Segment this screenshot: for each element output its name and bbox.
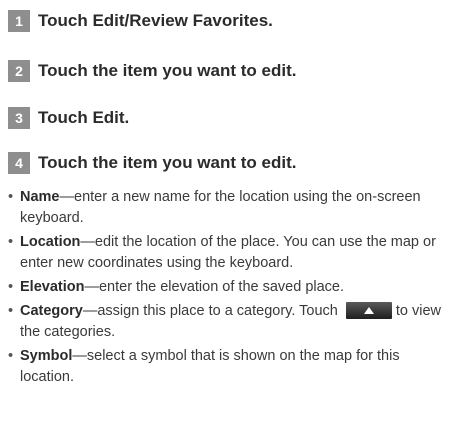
bullet-dot: • bbox=[8, 303, 14, 319]
up-arrow-icon bbox=[363, 306, 374, 314]
step-2-text: Touch the item you want to edit. bbox=[38, 61, 297, 80]
bullet-term-symbol: Symbol bbox=[20, 348, 73, 364]
field-list: • Name—enter a new name for the location… bbox=[8, 187, 448, 391]
bullet-desc-elevation: —enter the elevation of the saved place. bbox=[84, 279, 345, 295]
bullet-desc-location: —edit the location of the place. You can… bbox=[20, 234, 436, 271]
bullet-dot: • bbox=[8, 279, 14, 295]
step-2: 2 Touch the item you want to edit. bbox=[8, 60, 296, 82]
up-arrow-button[interactable] bbox=[345, 301, 392, 319]
step-4: 4 Touch the item you want to edit. bbox=[8, 152, 296, 174]
step-1-text: Touch Edit/Review Favorites. bbox=[38, 11, 273, 30]
step-3-text: Touch Edit. bbox=[38, 108, 130, 127]
bullet-dot: • bbox=[8, 234, 14, 250]
bullet-dot: • bbox=[8, 189, 14, 205]
manual-page: 1 Touch Edit/Review Favorites. 2 Touch t… bbox=[0, 0, 452, 429]
step-1-number: 1 bbox=[8, 10, 30, 32]
bullet-term-location: Location bbox=[20, 234, 81, 250]
step-4-text: Touch the item you want to edit. bbox=[38, 153, 297, 172]
bullet-desc-name: —enter a new name for the location using… bbox=[20, 189, 421, 226]
bullet-term-category: Category bbox=[20, 303, 83, 319]
bullet-desc-category: —assign this place to a category. Touch bbox=[82, 303, 338, 319]
step-4-number: 4 bbox=[8, 152, 30, 174]
list-item-symbol: • Symbol—select a symbol that is shown o… bbox=[8, 346, 448, 388]
list-item-elevation: • Elevation—enter the elevation of the s… bbox=[8, 277, 448, 298]
step-3-number: 3 bbox=[8, 107, 30, 129]
step-1: 1 Touch Edit/Review Favorites. bbox=[8, 10, 273, 32]
bullet-term-name: Name bbox=[20, 189, 60, 205]
bullet-desc-symbol: —select a symbol that is shown on the ma… bbox=[20, 348, 400, 385]
list-item-name: • Name—enter a new name for the location… bbox=[8, 187, 448, 229]
bullet-dot: • bbox=[8, 348, 14, 364]
list-item-category: • Category—assign this place to a catego… bbox=[8, 301, 448, 343]
list-item-location: • Location—edit the location of the plac… bbox=[8, 232, 448, 274]
step-3: 3 Touch Edit. bbox=[8, 107, 129, 129]
step-2-number: 2 bbox=[8, 60, 30, 82]
bullet-term-elevation: Elevation bbox=[20, 279, 85, 295]
